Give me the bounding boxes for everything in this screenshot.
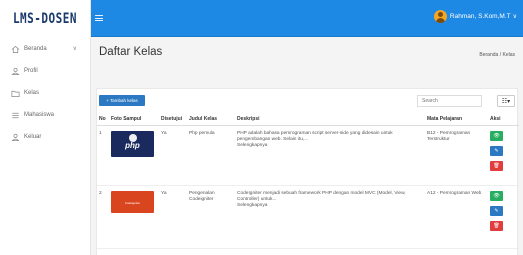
- add-class-button[interactable]: + Tambah kelas: [99, 95, 145, 106]
- columns-toggle-button[interactable]: ☷▾: [497, 95, 515, 107]
- search-input[interactable]: [417, 95, 482, 107]
- class-title: Pengenalan Codeigniter: [187, 185, 235, 249]
- eye-icon: 👁: [493, 132, 500, 139]
- folder-icon: [11, 90, 20, 97]
- breadcrumb[interactable]: Beranda / Kelas: [479, 52, 515, 58]
- view-button[interactable]: 👁: [490, 190, 503, 201]
- cover-text: Codeigniter: [124, 200, 141, 205]
- description-text: CodeIgniter menjadi sebuah framework PHP…: [237, 190, 406, 202]
- read-more-link[interactable]: Selengkapnya: [237, 143, 423, 149]
- top-bar: LMS-DOSEN Rahman, S.Kom,M.T ∨: [0, 0, 523, 37]
- chevron-down-icon: ∨: [72, 46, 77, 52]
- class-table: No Foto Sampul Disetujui Judul Kelas Des…: [97, 113, 519, 249]
- cover-cell: Codeigniter: [109, 185, 159, 249]
- edit-icon: ✎: [494, 207, 499, 214]
- sidebar-item-label: Profil: [24, 68, 38, 74]
- sidebar-item-label: Beranda: [24, 46, 47, 52]
- actions-cell: 👁 ✎ 🗑: [488, 125, 519, 186]
- eye-icon: 👁: [493, 192, 500, 199]
- sidebar-item-kelas[interactable]: Kelas: [0, 82, 90, 104]
- trash-icon: 🗑: [493, 162, 500, 169]
- sidebar-item-label: Keluar: [24, 134, 42, 140]
- class-title: Php pemula: [187, 125, 235, 186]
- menu-toggle-icon[interactable]: [95, 15, 103, 21]
- table-header-row: No Foto Sampul Disetujui Judul Kelas Des…: [97, 113, 519, 126]
- cover-image: Codeigniter: [111, 190, 154, 213]
- column-header[interactable]: Deskripsi: [235, 113, 425, 126]
- table-row: 1 php Ya Php pemula PHP adalah bahasa pe…: [97, 125, 519, 186]
- page-title: Daftar Kelas: [99, 46, 163, 58]
- sidebar-item-label: Kelas: [24, 90, 40, 96]
- actions-cell: 👁 ✎ 🗑: [488, 185, 519, 249]
- cover-image: php: [111, 130, 154, 157]
- description-text: PHP adalah bahasa pemrograman script ser…: [237, 130, 393, 142]
- edit-button[interactable]: ✎: [490, 145, 503, 156]
- approved-cell: Ya: [159, 185, 187, 249]
- main-content: Daftar Kelas Beranda / Kelas + Tambah ke…: [91, 37, 523, 255]
- sidebar-item-mahasiswa[interactable]: Mahasiswa: [0, 104, 90, 126]
- list-icon: [12, 112, 19, 118]
- description-cell: CodeIgniter menjadi sebuah framework PHP…: [235, 185, 425, 249]
- column-header[interactable]: Mata Pelajaran: [425, 113, 488, 126]
- column-header[interactable]: No: [97, 113, 109, 126]
- column-header[interactable]: Disetujui: [159, 113, 187, 126]
- cover-text: php: [125, 140, 140, 150]
- class-table-card: + Tambah kelas ☷▾ No Foto Sampul Disetuj…: [96, 88, 519, 255]
- brand-logo[interactable]: LMS-DOSEN: [0, 0, 91, 37]
- subject-cell: A12 - Pemrograman Web: [425, 185, 488, 249]
- column-header[interactable]: Aksi: [488, 113, 519, 126]
- home-icon: [11, 45, 20, 53]
- subject-cell: B12 - Pemrograman Terstruktur: [425, 125, 488, 186]
- user-icon: [11, 67, 20, 75]
- cover-cell: php: [109, 125, 159, 186]
- approved-cell: Ya: [159, 125, 187, 186]
- sidebar-item-keluar[interactable]: Keluar: [0, 126, 90, 148]
- row-number: 1: [97, 125, 109, 186]
- sidebar: Beranda ∨ Profil Kelas Mahasiswa Keluar: [0, 37, 91, 255]
- edit-icon: ✎: [494, 147, 499, 154]
- trash-icon: 🗑: [493, 222, 500, 229]
- sidebar-item-label: Mahasiswa: [24, 112, 55, 118]
- table-row: 2 Codeigniter Ya Pengenalan Codeigniter …: [97, 185, 519, 249]
- logout-icon: [11, 133, 20, 141]
- column-header[interactable]: Judul Kelas: [187, 113, 235, 126]
- user-name: Rahman, S.Kom,M.T: [449, 13, 511, 20]
- description-cell: PHP adalah bahasa pemrograman script ser…: [235, 125, 425, 186]
- delete-button[interactable]: 🗑: [490, 220, 503, 231]
- sidebar-item-profil[interactable]: Profil: [0, 60, 90, 82]
- delete-button[interactable]: 🗑: [490, 160, 503, 171]
- navbar: Rahman, S.Kom,M.T ∨: [91, 0, 523, 37]
- sidebar-item-beranda[interactable]: Beranda ∨: [0, 38, 90, 60]
- brand-text: LMS-DOSEN: [12, 10, 78, 27]
- row-number: 2: [97, 185, 109, 249]
- edit-button[interactable]: ✎: [490, 205, 503, 216]
- read-more-link[interactable]: Selengkapnya: [237, 203, 423, 209]
- user-menu[interactable]: Rahman, S.Kom,M.T ∨: [433, 10, 517, 23]
- chevron-down-icon: ∨: [512, 14, 517, 20]
- avatar: [433, 10, 447, 23]
- column-header[interactable]: Foto Sampul: [109, 113, 159, 126]
- view-button[interactable]: 👁: [490, 130, 503, 141]
